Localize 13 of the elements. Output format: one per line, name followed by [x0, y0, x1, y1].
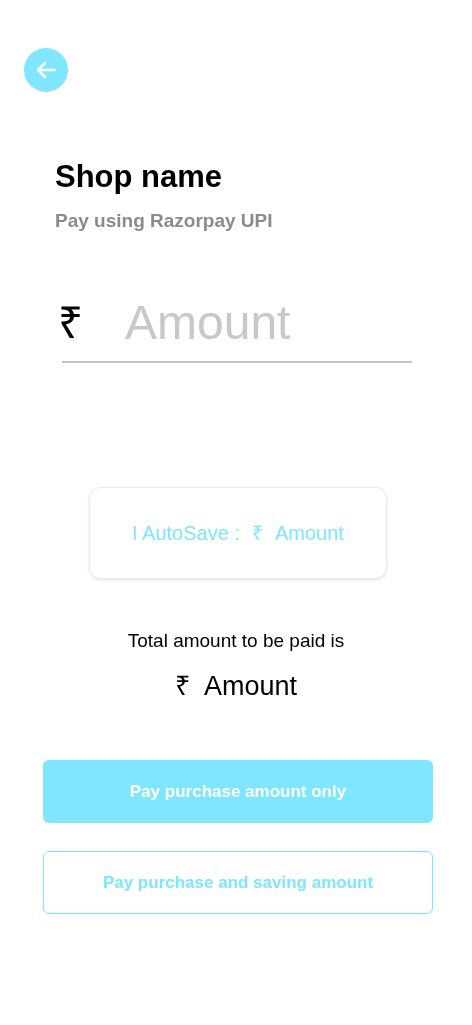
pay-purchase-button[interactable]: Pay purchase amount only: [43, 760, 433, 824]
back-button[interactable]: [24, 48, 68, 92]
autosave-amount: Amount: [274, 521, 344, 547]
currency-symbol: ₹: [174, 669, 190, 703]
total-amount: Amount: [203, 669, 298, 703]
currency-symbol: ₹: [58, 297, 83, 350]
total-label: Total amount to be paid is: [126, 629, 346, 654]
pay-with-savings-button[interactable]: Pay purchase and saving amount: [43, 851, 433, 915]
subtitle: Pay using Razorpay UPI: [55, 208, 274, 233]
currency-symbol: ₹: [251, 521, 263, 547]
shop-title: Shop name: [55, 158, 224, 196]
autosave-label: I AutoSave :: [132, 521, 240, 547]
back-arrow-icon: [35, 61, 57, 79]
